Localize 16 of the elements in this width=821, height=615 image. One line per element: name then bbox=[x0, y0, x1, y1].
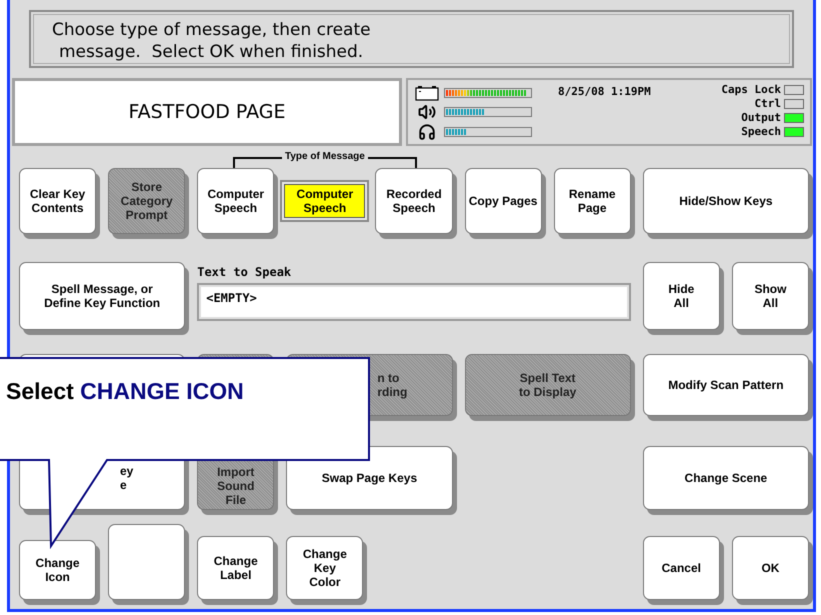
indicator-label: Ctrl bbox=[754, 97, 781, 111]
battery-icon bbox=[415, 84, 439, 100]
text-to-speak-field[interactable]: <EMPTY> bbox=[197, 283, 631, 321]
speaker-icon bbox=[418, 103, 436, 121]
field-label: Text to Speak bbox=[197, 264, 292, 280]
instruction-text: Choose type of message, then create bbox=[52, 19, 371, 41]
indicator-label: Caps Lock bbox=[721, 83, 781, 97]
group-label: Type of Message bbox=[284, 150, 366, 164]
selected-type-indicator: Computer Speech bbox=[284, 184, 366, 218]
date-time: 8/25/08 1:19PM bbox=[558, 85, 651, 98]
indicator-label: Output bbox=[741, 111, 781, 125]
page-name: FASTFOOD PAGE bbox=[128, 100, 286, 125]
instruction-text: message. Select OK when finished. bbox=[59, 41, 364, 63]
callout-text: Select CHANGE ICON bbox=[6, 377, 244, 405]
indicator-label: Speech bbox=[741, 125, 781, 139]
headphones-icon bbox=[418, 122, 436, 140]
